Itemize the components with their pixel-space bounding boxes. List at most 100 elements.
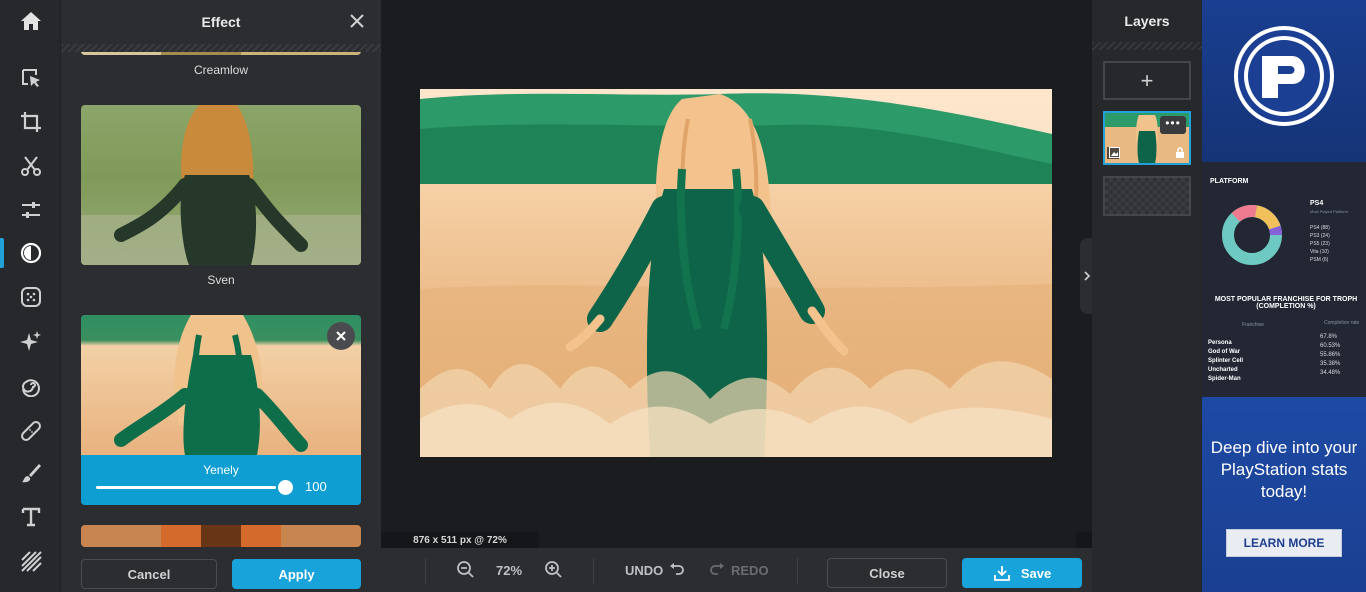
bottom-toolbar: 72% UNDO REDO Close Save [381, 548, 1092, 592]
undo-label: UNDO [625, 562, 664, 578]
cancel-button[interactable]: Cancel [81, 559, 217, 589]
image-icon [1109, 147, 1120, 158]
ad-franchise-name: God of War [1208, 349, 1241, 355]
undo-button[interactable]: UNDO [625, 548, 687, 592]
ad-col-header: Completion rate [1324, 320, 1360, 326]
ad-franchise-value: 55.86% [1320, 352, 1341, 358]
effect-panel: Effect Creamlow Sven Yenely 100 Cancel A… [61, 0, 381, 592]
ad-franchise-value: 35.38% [1320, 361, 1341, 367]
effect-icon [20, 242, 41, 264]
photo-editor-app: Effect Creamlow Sven Yenely 100 Cancel A… [0, 0, 1366, 592]
plus-icon: + [1140, 67, 1154, 93]
scroll-corner [1076, 532, 1092, 548]
remove-effect-button[interactable] [327, 322, 355, 350]
zoom-in-button[interactable] [544, 548, 564, 592]
download-icon [993, 566, 1010, 581]
ad-franchise-name: Spider-Man [1208, 376, 1241, 382]
layer-item-empty[interactable] [1103, 176, 1191, 216]
zoom-out-icon [457, 561, 474, 578]
effect-thumb-sven[interactable] [81, 105, 361, 265]
ad-platform-sub: Most Played Platform [1310, 209, 1349, 214]
divider [425, 558, 426, 584]
draw-tool[interactable] [0, 452, 61, 494]
tool-rail [0, 0, 61, 592]
home-icon [20, 12, 41, 30]
redo-button[interactable]: REDO [707, 548, 769, 592]
effect-thumb-yenely[interactable]: Yenely 100 [81, 315, 361, 505]
ad-legend-item: PS3 (24) [1310, 233, 1330, 239]
ai-tool[interactable] [0, 320, 61, 362]
select-tool[interactable] [0, 57, 61, 99]
save-label: Save [1020, 565, 1052, 581]
scissors-icon [20, 156, 41, 176]
zoom-out-button[interactable] [456, 548, 476, 592]
ad-legend-item: Vita (10) [1310, 249, 1329, 255]
lock-icon [1176, 147, 1184, 158]
photo-canvas[interactable] [420, 89, 1052, 457]
close-icon[interactable] [347, 11, 367, 31]
ad-franchise-name: Uncharted [1208, 367, 1238, 373]
undo-icon [670, 563, 685, 575]
home-button[interactable] [0, 0, 61, 42]
advertisement[interactable]: PLATFORM PS4 Most Played Platform PS4 (8… [1202, 0, 1366, 592]
pattern-tool[interactable] [0, 540, 61, 582]
chevron-right-icon [1084, 271, 1091, 281]
intensity-slider-track[interactable] [96, 486, 276, 489]
redo-label: REDO [731, 562, 769, 578]
ad-franchise-value: 34.48% [1320, 370, 1341, 376]
add-layer-button[interactable]: + [1103, 61, 1191, 100]
filter-tool[interactable] [0, 276, 61, 318]
zoom-in-icon [545, 561, 562, 578]
apply-button[interactable]: Apply [232, 559, 361, 589]
ad-legend-item: PS5 (23) [1310, 241, 1330, 247]
crop-icon [20, 112, 41, 132]
effect-intensity-panel: Yenely 100 [81, 455, 361, 505]
divider [593, 558, 594, 584]
effect-list: Creamlow Sven Yenely 100 [61, 52, 381, 547]
effect-tool[interactable] [0, 232, 61, 274]
redo-icon [710, 563, 724, 575]
brush-icon [21, 464, 41, 483]
ad-stats-screenshot: PLATFORM PS4 Most Played Platform PS4 (8… [1202, 162, 1366, 397]
divider [1092, 42, 1202, 50]
spiral-icon [21, 379, 40, 397]
retouch-tool[interactable] [0, 410, 61, 452]
bandage-icon [20, 421, 41, 441]
adjust-tool[interactable] [0, 189, 61, 231]
close-button[interactable]: Close [827, 558, 947, 588]
ad-legend-item: PS4 (88) [1310, 225, 1330, 231]
canvas-area: 876 x 511 px @ 72% [381, 0, 1092, 548]
close-icon [336, 331, 346, 341]
sparkle-icon [19, 331, 41, 351]
layer-item-photo[interactable]: ••• [1103, 111, 1191, 165]
effect-thumb-next[interactable] [81, 525, 361, 547]
learn-more-button[interactable]: LEARN MORE [1226, 529, 1342, 557]
liquify-tool[interactable] [0, 364, 61, 406]
effect-footer: Cancel Apply [61, 553, 381, 592]
divider [61, 44, 381, 52]
ad-footer: Deep dive into your PlayStation stats to… [1202, 397, 1366, 592]
ad-platform-name: PS4 [1310, 200, 1324, 207]
zoom-level: 72% [496, 562, 523, 578]
effect-panel-header: Effect [61, 0, 381, 44]
intensity-value: 100 [305, 479, 327, 494]
text-icon [21, 507, 40, 527]
divider [797, 558, 798, 584]
effect-label-yenely: Yenely [203, 463, 239, 477]
ad-franchise-value: 67.8% [1320, 334, 1338, 340]
crop-tool[interactable] [0, 101, 61, 143]
ad-col-header: Franchise [1242, 322, 1264, 328]
effect-label-sven: Sven [207, 273, 235, 287]
select-icon [21, 69, 40, 87]
layer-more-button[interactable]: ••• [1160, 116, 1186, 134]
text-tool[interactable] [0, 496, 61, 538]
ad-franchise-name: Persona [1208, 340, 1232, 346]
cutout-tool[interactable] [0, 145, 61, 187]
intensity-slider-handle[interactable] [278, 480, 293, 495]
effect-label-creamlow: Creamlow [193, 63, 248, 77]
ad-franchise-title: MOST POPULAR FRANCHISE FOR TROPH (COMPLE… [1214, 296, 1358, 310]
canvas-dimensions: 876 x 511 px @ 72% [381, 532, 539, 548]
save-button[interactable]: Save [962, 558, 1082, 588]
effect-thumb-creamlow[interactable] [81, 52, 361, 55]
effect-panel-title: Effect [201, 14, 241, 30]
